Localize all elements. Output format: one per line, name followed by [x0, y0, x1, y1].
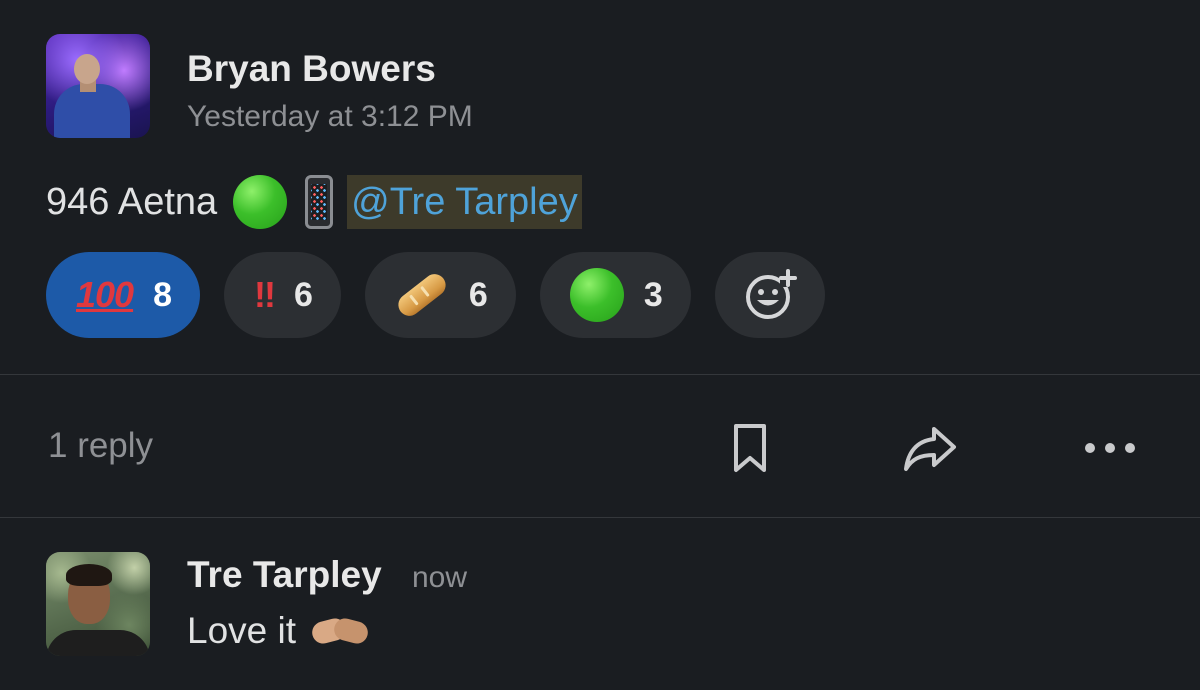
reaction-baguette[interactable]: 6 [364, 252, 516, 338]
reaction-count: 6 [293, 275, 313, 314]
avatar-figure-head [74, 54, 100, 84]
message-timestamp[interactable]: Yesterday at 3:12 PM [187, 100, 473, 134]
baguette-emoji [393, 269, 450, 321]
reply-message: Love it [187, 610, 371, 652]
reply-text: Love it [187, 610, 297, 651]
reaction-count: 3 [643, 275, 663, 314]
divider [0, 374, 1200, 375]
reply-count-link[interactable]: 1 reply [48, 426, 153, 466]
double-exclamation-emoji: !! [254, 274, 276, 315]
add-reaction-icon [742, 267, 798, 323]
reply-timestamp[interactable]: now [412, 561, 467, 595]
author-avatar[interactable] [46, 34, 150, 138]
reply-author-avatar[interactable] [46, 552, 150, 656]
bookmark-icon[interactable] [720, 418, 780, 478]
handshake-emoji [309, 614, 371, 648]
reply-author-name[interactable]: Tre Tarpley [187, 554, 382, 596]
share-icon[interactable] [900, 418, 960, 478]
green-circle-emoji [233, 175, 288, 229]
message-body: 946 Aetna @Tre Tarpley [46, 172, 582, 232]
reactions-bar: 100 8 !! 6 6 3 [46, 252, 825, 338]
more-icon[interactable] [1080, 418, 1140, 478]
add-reaction-button[interactable] [714, 252, 825, 338]
reaction-count: 6 [468, 275, 488, 314]
reaction-double-exclamation[interactable]: !! 6 [224, 252, 341, 338]
reaction-green-circle[interactable]: 3 [539, 252, 691, 338]
divider [0, 517, 1200, 518]
reaction-count: 8 [153, 275, 172, 314]
reaction-100[interactable]: 100 8 [46, 252, 200, 338]
hundred-points-emoji: 100 [76, 274, 134, 315]
mobile-phone-emoji [305, 175, 334, 229]
user-mention[interactable]: @Tre Tarpley [347, 175, 582, 229]
green-circle-emoji [569, 268, 624, 322]
message-text: 946 Aetna [46, 180, 218, 223]
author-name[interactable]: Bryan Bowers [187, 48, 436, 90]
avatar-figure-body [54, 84, 130, 138]
